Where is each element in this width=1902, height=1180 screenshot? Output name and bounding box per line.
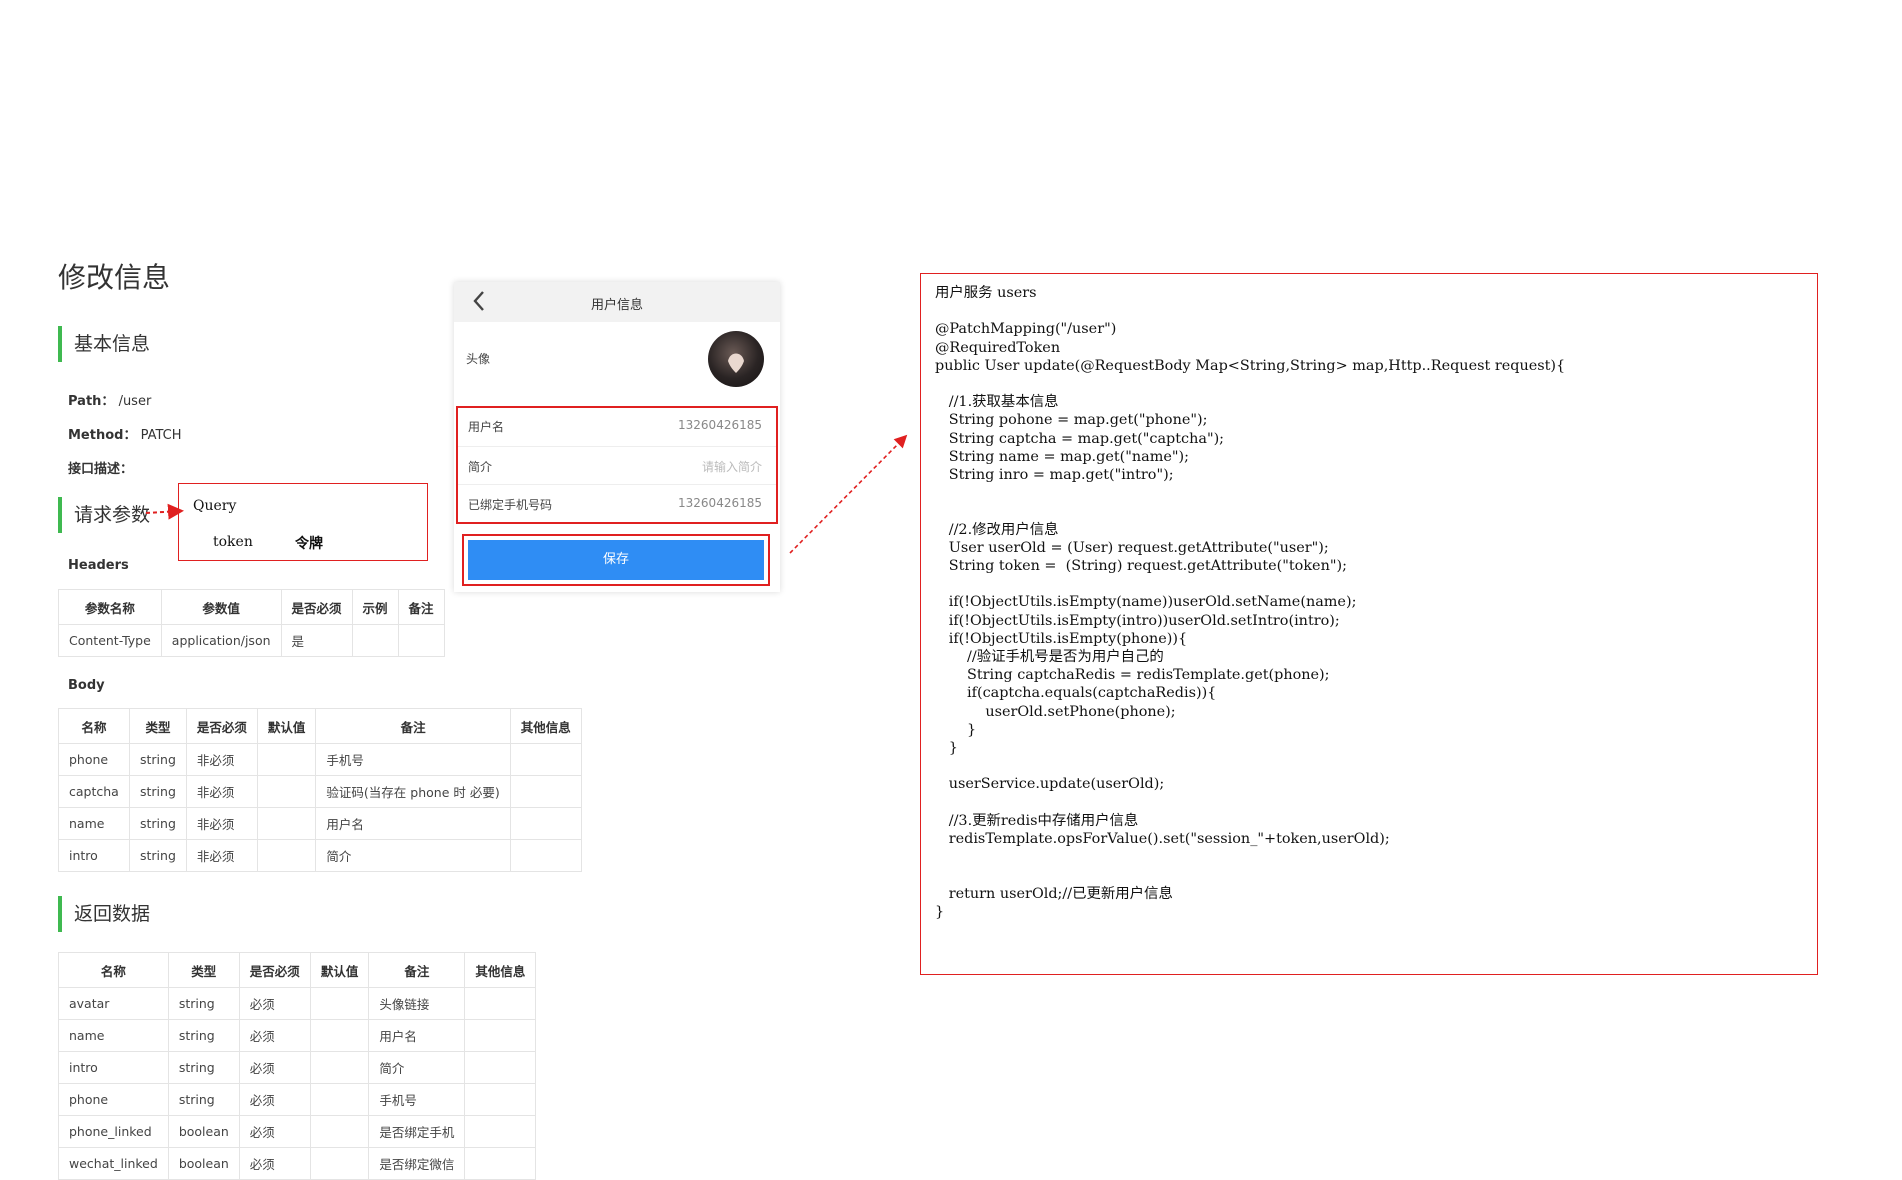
arrow-to-query [145,503,184,520]
arrow-to-code [789,434,908,554]
annotation-arrows [145,434,908,554]
